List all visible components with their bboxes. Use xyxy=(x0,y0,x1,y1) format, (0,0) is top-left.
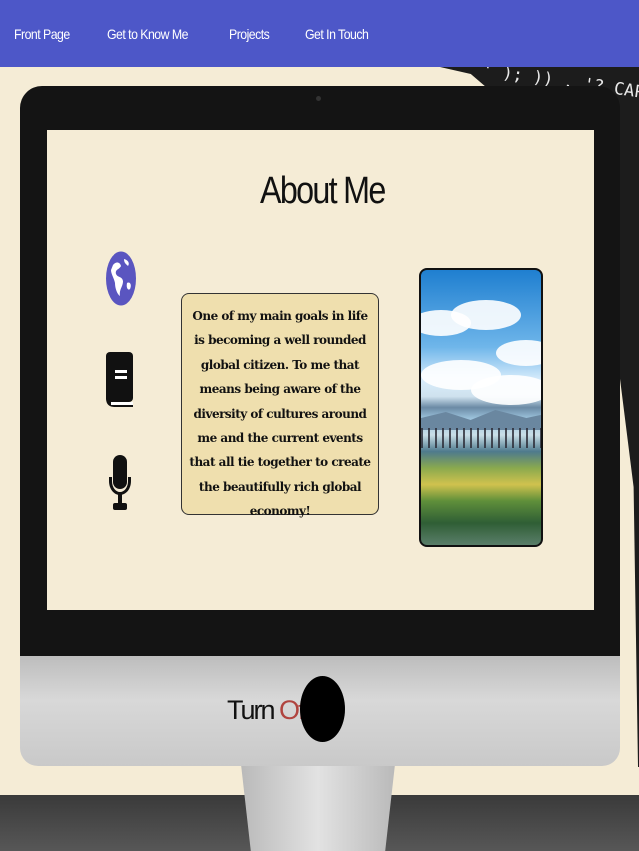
nav-front-page[interactable]: Front Page xyxy=(14,26,70,42)
monitor-stand xyxy=(241,766,395,851)
nav-projects[interactable]: Projects xyxy=(229,26,270,42)
about-textbox: One of my main goals in life is becoming… xyxy=(181,293,379,518)
nav-get-to-know-me[interactable]: Get to Know Me xyxy=(107,26,188,42)
microphone-icon[interactable] xyxy=(108,455,132,511)
page-title: About Me xyxy=(0,170,639,213)
webcam xyxy=(316,96,321,101)
book-icon[interactable] xyxy=(105,352,135,408)
nav-get-in-touch[interactable]: Get In Touch xyxy=(305,26,369,42)
power-button[interactable] xyxy=(300,676,345,742)
globe-icon[interactable] xyxy=(106,251,136,306)
about-text: One of my main goals in life is becoming… xyxy=(189,309,371,519)
top-nav: Front Page Get to Know Me Projects Get I… xyxy=(0,0,639,67)
landscape-photo xyxy=(419,268,543,547)
turn-text: Turn xyxy=(227,695,280,725)
page-title-text: About Me xyxy=(260,170,386,212)
